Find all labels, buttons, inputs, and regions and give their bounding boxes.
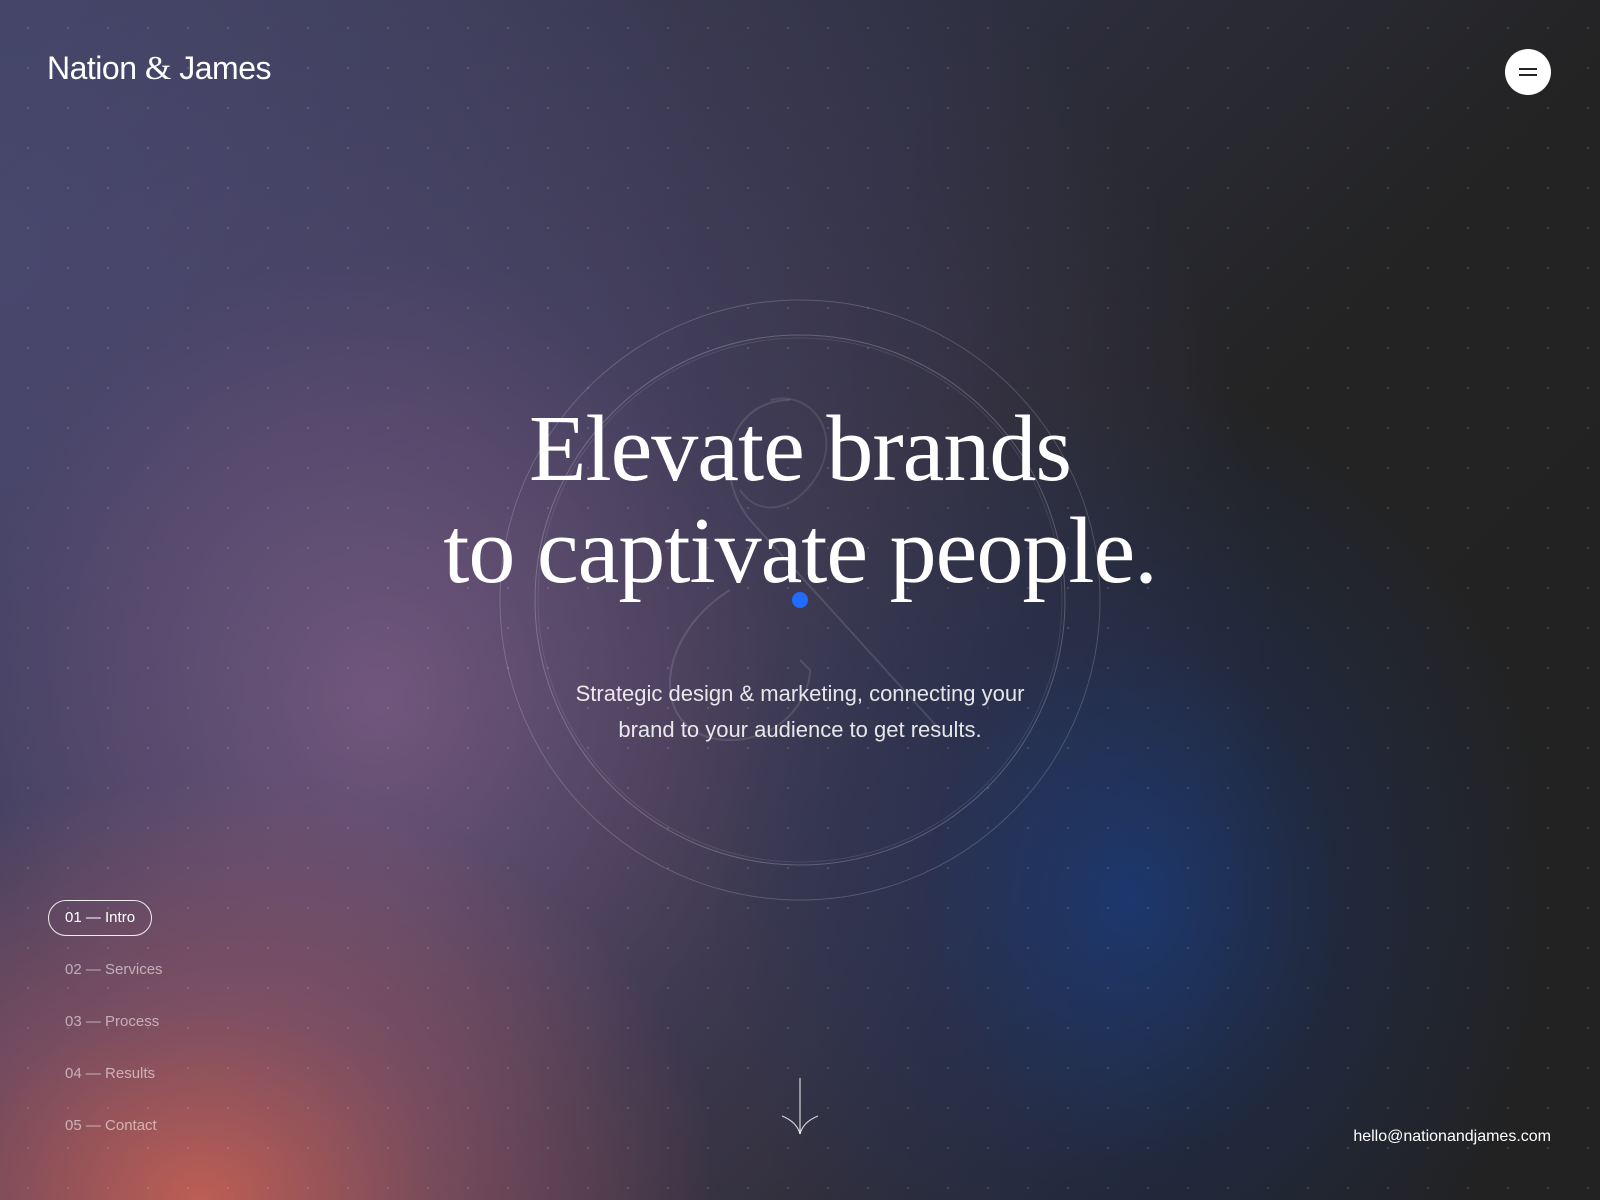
arrow-down-icon[interactable] — [780, 1078, 820, 1136]
hero-headline: Elevate brands to captivate people. — [400, 398, 1200, 602]
cursor-dot — [792, 592, 808, 608]
subtitle-line-1: Strategic design & marketing, connecting… — [575, 681, 1025, 706]
hamburger-menu-icon-bar — [1519, 74, 1537, 76]
headline-line-2: to captivate people. — [443, 499, 1157, 603]
menu-button[interactable] — [1505, 49, 1551, 95]
nav-link-process[interactable]: 03 — Process — [48, 1004, 176, 1040]
nav-item-contact: 05 — Contact — [48, 1108, 180, 1144]
contact-email-link[interactable]: hello@nationandjames.com — [1353, 1128, 1551, 1146]
nav-item-process: 03 — Process — [48, 1004, 180, 1040]
nav-link-intro[interactable]: 01 — Intro — [48, 900, 153, 936]
brand-ampersand: & — [144, 50, 171, 87]
hamburger-menu-icon — [1519, 68, 1537, 70]
nav-link-results[interactable]: 04 — Results — [48, 1056, 172, 1092]
nav-item-intro: 01 — Intro — [48, 900, 180, 936]
nav-item-services: 02 — Services — [48, 952, 180, 988]
brand-name-right: James — [179, 50, 271, 86]
brand-name-left: Nation — [47, 50, 137, 86]
decorative-ampersand-emblem — [499, 299, 1101, 901]
nav-link-contact[interactable]: 05 — Contact — [48, 1108, 174, 1144]
nav-link-services[interactable]: 02 — Services — [48, 952, 180, 988]
headline-line-1: Elevate brands — [529, 397, 1072, 501]
hero-subtitle: Strategic design & marketing, connecting… — [500, 676, 1100, 748]
section-nav: 01 — Intro 02 — Services 03 — Process 04… — [48, 900, 180, 1160]
subtitle-line-2: brand to your audience to get results. — [618, 717, 982, 742]
brand-logo[interactable]: Nation & James — [47, 50, 271, 88]
nav-item-results: 04 — Results — [48, 1056, 180, 1092]
